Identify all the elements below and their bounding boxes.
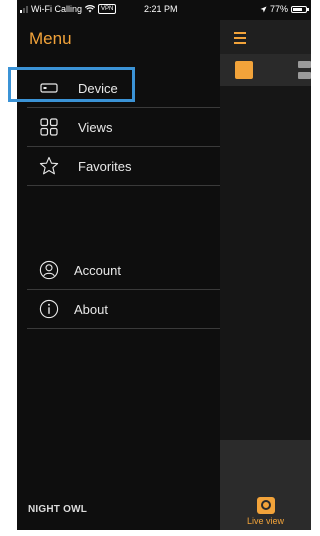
menu-title: Menu bbox=[29, 29, 72, 48]
hamburger-menu-icon[interactable] bbox=[234, 32, 246, 44]
main-panel: Live view bbox=[220, 20, 311, 530]
camera-icon bbox=[256, 496, 275, 514]
menu-item-label: Account bbox=[74, 262, 121, 278]
menu-item-favorites[interactable]: Favorites bbox=[27, 147, 220, 186]
status-right: 77% bbox=[260, 4, 309, 14]
device-highlight-box bbox=[8, 67, 135, 102]
menu-item-about[interactable]: About bbox=[27, 290, 220, 329]
single-view-layout-icon[interactable] bbox=[235, 61, 253, 79]
battery-icon bbox=[291, 5, 309, 13]
location-arrow-icon bbox=[260, 6, 267, 12]
status-left: Wi-Fi Calling VPN bbox=[20, 4, 117, 14]
battery-percent: 77% bbox=[269, 4, 288, 14]
grid-icon bbox=[38, 116, 60, 138]
menu-item-label: Favorites bbox=[78, 158, 132, 174]
signal-icon bbox=[20, 5, 28, 13]
menu-item-views[interactable]: Views bbox=[27, 108, 220, 147]
star-icon bbox=[38, 155, 60, 177]
list-layout-icon[interactable] bbox=[298, 61, 311, 79]
vpn-badge: VPN bbox=[98, 4, 117, 14]
live-view-tab[interactable]: Live view bbox=[220, 492, 311, 530]
menu-item-label: Views bbox=[78, 119, 113, 135]
account-icon bbox=[38, 259, 60, 281]
bottom-tab-bar: Live view bbox=[220, 440, 311, 530]
wifi-icon bbox=[85, 5, 96, 13]
live-view-label: Live view bbox=[246, 515, 284, 526]
status-bar: Wi-Fi Calling VPN 2:21 PM 77% bbox=[17, 0, 311, 20]
menu-item-label: About bbox=[74, 301, 108, 317]
info-icon bbox=[38, 298, 60, 320]
brand-logo: NIGHT OWL bbox=[28, 504, 88, 515]
status-time: 2:21 PM bbox=[144, 4, 178, 14]
carrier-label: Wi-Fi Calling bbox=[31, 4, 83, 14]
menu-item-account[interactable]: Account bbox=[27, 251, 220, 290]
